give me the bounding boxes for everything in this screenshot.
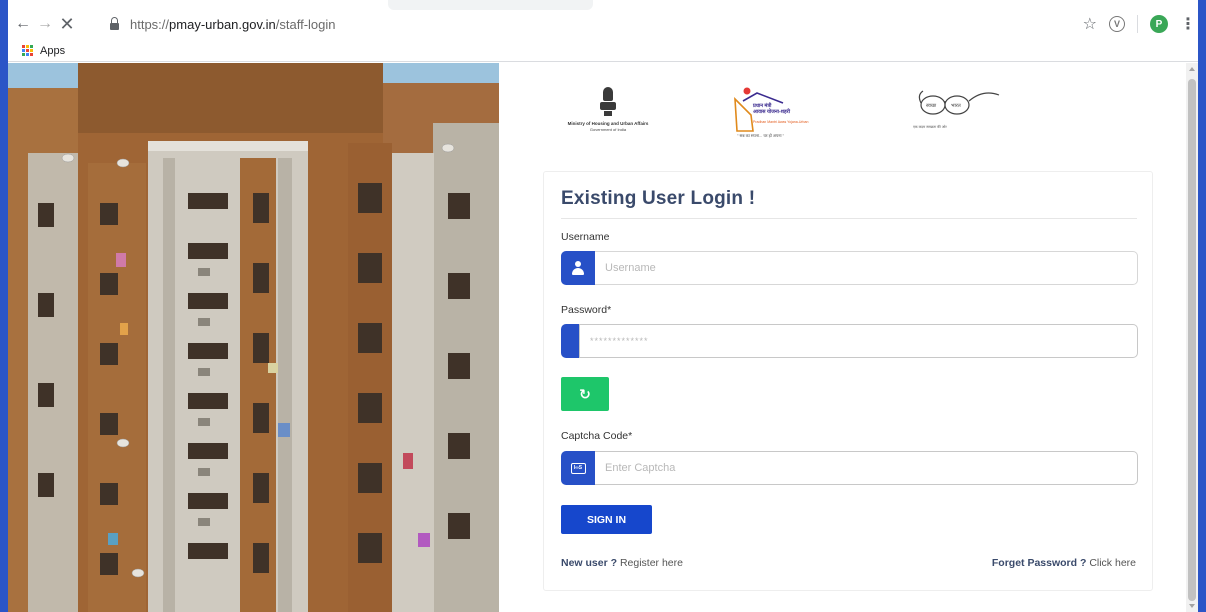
bookmark-star-icon[interactable]: ☆: [1083, 14, 1097, 34]
pmay-line2: आवास योजना-शहरी: [753, 109, 790, 115]
apps-bookmark[interactable]: Apps: [40, 45, 65, 57]
back-button[interactable]: ←: [12, 13, 34, 35]
national-emblem-icon: [600, 87, 616, 117]
browser-chrome: ← → ✕ https://pmay-urban.gov.in/staff-lo…: [8, 0, 1206, 63]
password-label: Password*: [561, 304, 612, 316]
url-path: /staff-login: [275, 16, 336, 32]
password-group: [561, 324, 1138, 358]
sign-in-button[interactable]: SIGN IN: [561, 505, 652, 534]
password-addon: [561, 324, 579, 358]
arrow-left-icon: ←: [15, 15, 31, 32]
forgot-password-text: Forget Password ?: [991, 557, 1087, 569]
bookmarks-bar: Apps: [8, 40, 1206, 62]
spectacles-icon: स्वच्छ भारत: [918, 90, 1000, 115]
pmay-tagline: " सब का सपना... घर हो अपना ": [737, 133, 785, 138]
lock-icon: [108, 17, 122, 31]
apps-grid-icon[interactable]: [22, 44, 34, 57]
logo-strip: Ministry of Housing and Urban Affairs Go…: [558, 81, 1058, 151]
new-user-row: New user ? Register here: [561, 557, 683, 569]
username-addon: [561, 251, 595, 285]
ministry-name: Ministry of Housing and Urban Affairs: [567, 121, 649, 126]
desktop-edge: [1198, 0, 1206, 612]
url-text[interactable]: https://pmay-urban.gov.in/staff-login: [130, 17, 336, 32]
captcha-icon: I∞S: [570, 462, 586, 474]
username-input[interactable]: [595, 251, 1138, 285]
page-scrollbar[interactable]: [1186, 63, 1198, 612]
user-icon: [571, 261, 585, 275]
title-divider: [561, 218, 1137, 219]
url-host: pmay-urban.gov.in: [169, 16, 276, 32]
tab-strip: [388, 0, 593, 10]
pmay-english: Pradhan Mantri Awas Yojana-Urban: [753, 120, 809, 124]
menu-kebab-icon[interactable]: ⋮: [1180, 14, 1196, 34]
arrow-right-icon: →: [37, 15, 53, 32]
scroll-up-icon[interactable]: [1189, 67, 1195, 71]
address-bar[interactable]: https://pmay-urban.gov.in/staff-login: [100, 10, 1100, 38]
new-user-text: New user ?: [561, 557, 618, 569]
pmay-logo: प्रधान मंत्री आवास योजना-शहरी Pradhan Ma…: [723, 81, 823, 151]
refresh-captcha-button[interactable]: ↻: [561, 377, 609, 411]
toolbar-actions: ☆ V P ⋮: [1083, 10, 1196, 38]
browser-toolbar: ← → ✕ https://pmay-urban.gov.in/staff-lo…: [8, 10, 1206, 38]
ministry-logo: Ministry of Housing and Urban Affairs Go…: [558, 81, 658, 151]
captcha-group: I∞S: [561, 451, 1138, 485]
extension-icon[interactable]: V: [1109, 16, 1125, 32]
swachh-tagline: एक कदम स्वच्छता की ओर: [913, 125, 947, 129]
swachh-left-text: स्वच्छ: [926, 103, 937, 109]
toolbar-separator: [1137, 15, 1138, 33]
building-illustration: [8, 63, 499, 612]
stop-button[interactable]: ✕: [56, 13, 78, 35]
url-scheme: https://: [130, 16, 170, 32]
captcha-label: Captcha Code*: [561, 430, 633, 442]
refresh-icon: ↻: [579, 385, 591, 402]
captcha-addon: I∞S: [561, 451, 595, 485]
login-title: Existing User Login !: [561, 188, 756, 209]
forward-button[interactable]: →: [34, 13, 56, 35]
profile-avatar[interactable]: P: [1150, 15, 1168, 33]
username-label: Username: [561, 231, 610, 243]
register-link[interactable]: Register here: [620, 557, 683, 569]
swachh-right-text: भारत: [951, 103, 961, 109]
swachh-bharat-logo: स्वच्छ भारत एक कदम स्वच्छता की ओर: [913, 81, 1003, 151]
forgot-password-row: Forget Password ? Click here: [992, 557, 1136, 569]
pmay-house-icon: [734, 87, 784, 132]
login-card: Existing User Login ! Username Password*…: [543, 171, 1153, 591]
building-photo: [8, 63, 499, 612]
password-input[interactable]: [579, 324, 1138, 358]
scroll-down-icon[interactable]: [1189, 604, 1195, 608]
username-group: [561, 251, 1138, 285]
close-icon: ✕: [59, 14, 75, 34]
ministry-sub: Government of India: [589, 126, 627, 132]
scroll-thumb[interactable]: [1188, 79, 1196, 601]
page-viewport: Ministry of Housing and Urban Affairs Go…: [8, 63, 1186, 612]
forgot-password-link[interactable]: Click here: [1089, 557, 1136, 569]
captcha-input[interactable]: [595, 451, 1138, 485]
